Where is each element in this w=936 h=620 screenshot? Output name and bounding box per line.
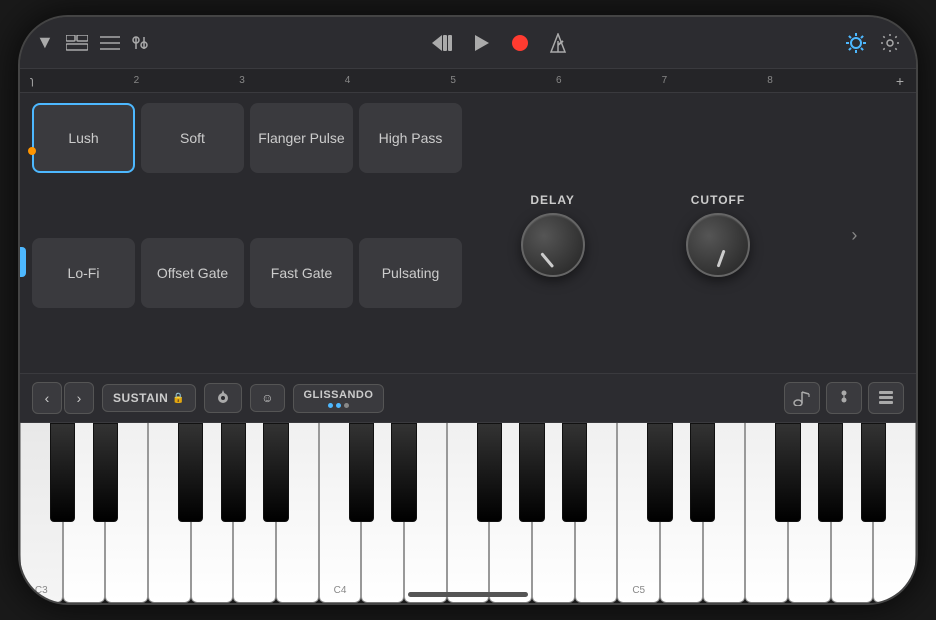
sustain-button[interactable]: SUSTAIN 🔒	[102, 384, 196, 412]
record-button[interactable]	[511, 34, 529, 52]
toolbar-center	[164, 33, 834, 53]
toolbar-right	[846, 33, 900, 53]
ruler-num-7: 7	[662, 75, 668, 86]
strip-right-controls	[784, 382, 904, 414]
black-key-0[interactable]	[50, 423, 76, 522]
main-content: Lush Soft Flanger Pulse High Pass Lo-Fi …	[20, 93, 916, 373]
preset-lush[interactable]: Lush	[32, 103, 135, 173]
black-key-12[interactable]	[562, 423, 588, 522]
ruler-num-6: 6	[556, 75, 562, 86]
delay-knob-group: DELAY	[521, 193, 585, 277]
black-key-19[interactable]	[861, 423, 887, 522]
black-key-18[interactable]	[818, 423, 844, 522]
blue-side-handle[interactable]	[20, 247, 26, 277]
settings-button[interactable]	[880, 33, 900, 53]
dot-2	[336, 403, 341, 408]
preset-lo-fi[interactable]: Lo-Fi	[32, 238, 135, 308]
grid-view-button[interactable]	[868, 382, 904, 414]
cutoff-label: CUTOFF	[691, 193, 745, 207]
delay-knob[interactable]	[521, 213, 585, 277]
glissando-button[interactable]: GLISSANDO	[293, 384, 385, 413]
keyboard-area: C3 C4 C5	[20, 423, 916, 603]
black-key-5[interactable]	[263, 423, 289, 522]
preset-pulsating[interactable]: Pulsating	[359, 238, 462, 308]
dropdown-icon[interactable]: ▼	[36, 32, 54, 53]
ruler-num-4: 4	[345, 75, 351, 86]
nav-arrows: ‹ ›	[32, 382, 94, 414]
dot-3	[344, 403, 349, 408]
ruler-num-8: 8	[767, 75, 773, 86]
rewind-button[interactable]	[431, 34, 453, 52]
record-strip-button[interactable]	[204, 383, 242, 413]
top-bar: ▼	[20, 17, 916, 69]
ruler-num-3: 3	[239, 75, 245, 86]
orange-indicator	[28, 147, 36, 155]
controls-panel: DELAY CUTOFF ›	[474, 103, 904, 367]
black-key-7[interactable]	[349, 423, 375, 522]
black-key-14[interactable]	[647, 423, 673, 522]
prev-button[interactable]: ‹	[32, 382, 62, 414]
key-label-c3: C3	[35, 585, 48, 596]
list-icon[interactable]	[100, 35, 120, 51]
black-key-11[interactable]	[519, 423, 545, 522]
ruler-num-5: 5	[450, 75, 456, 86]
emoji-icon: ☺	[261, 391, 273, 405]
ruler-num-1: ɿ	[30, 75, 34, 87]
ruler-add-button[interactable]: +	[896, 73, 904, 89]
note-view-button[interactable]	[784, 382, 820, 414]
key-label-c5: C5	[632, 585, 645, 596]
arrange-icon[interactable]	[66, 35, 88, 51]
preset-fast-gate[interactable]: Fast Gate	[250, 238, 353, 308]
preset-grid: Lush Soft Flanger Pulse High Pass Lo-Fi …	[32, 103, 462, 367]
brightness-button[interactable]	[846, 33, 866, 53]
cutoff-knob-group: CUTOFF	[686, 193, 750, 277]
delay-label: DELAY	[530, 193, 575, 207]
black-key-8[interactable]	[391, 423, 417, 522]
ruler-num-2: 2	[134, 75, 140, 86]
play-button[interactable]	[473, 34, 491, 52]
expand-controls-button[interactable]: ›	[851, 225, 857, 246]
toolbar-left: ▼	[36, 32, 152, 53]
emoji-button[interactable]: ☺	[250, 384, 284, 412]
glissando-dots	[328, 403, 349, 408]
black-key-3[interactable]	[178, 423, 204, 522]
preset-offset-gate[interactable]: Offset Gate	[141, 238, 244, 308]
black-key-4[interactable]	[221, 423, 247, 522]
next-button[interactable]: ›	[64, 382, 94, 414]
preset-soft[interactable]: Soft	[141, 103, 244, 173]
dot-1	[328, 403, 333, 408]
phone-frame: ▼	[18, 15, 918, 605]
preset-flanger-pulse[interactable]: Flanger Pulse	[250, 103, 353, 173]
preset-high-pass[interactable]: High Pass	[359, 103, 462, 173]
black-key-17[interactable]	[775, 423, 801, 522]
piano-container: C3 C4 C5	[20, 423, 916, 603]
lock-icon: 🔒	[172, 393, 185, 404]
controls-icon[interactable]	[132, 35, 152, 51]
chord-view-button[interactable]	[826, 382, 862, 414]
metronome-button[interactable]	[549, 33, 567, 53]
ruler: ɿ 2 3 4 5 6 7 8 +	[20, 69, 916, 93]
key-label-c4: C4	[334, 585, 347, 596]
black-key-10[interactable]	[477, 423, 503, 522]
controls-strip: ‹ › SUSTAIN 🔒 ☺ GLISSANDO	[20, 373, 916, 423]
cutoff-knob[interactable]	[686, 213, 750, 277]
home-indicator	[408, 592, 528, 597]
black-key-15[interactable]	[690, 423, 716, 522]
black-key-1[interactable]	[93, 423, 119, 522]
